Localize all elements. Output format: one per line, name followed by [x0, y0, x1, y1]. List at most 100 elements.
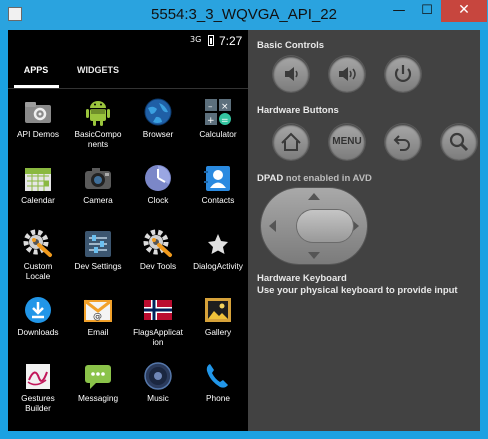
power-button[interactable]	[385, 56, 421, 92]
volume-down-icon	[285, 67, 298, 81]
app-label: API Demos	[17, 129, 59, 139]
app-label: Contacts	[201, 195, 235, 205]
app-messaging[interactable]: Messaging	[68, 356, 128, 422]
title-bar[interactable]: 5554:3_3_WQVGA_API_22 — ☐ ✕	[0, 0, 488, 30]
sliders-icon	[82, 228, 114, 260]
calculator-icon: – × + =	[202, 96, 234, 128]
search-button[interactable]	[441, 124, 477, 160]
app-label: Calculator	[199, 129, 237, 139]
app-dialogactivity[interactable]: DialogActivity	[188, 224, 248, 290]
norway-flag-icon	[142, 294, 174, 326]
power-icon	[394, 65, 412, 82]
app-dev-tools[interactable]: Dev Tools	[128, 224, 188, 290]
svg-text:–: –	[208, 102, 213, 112]
emulator-client: 3G 7:27 APPS WIDGETS API Demos BasicCompo…	[8, 30, 480, 431]
app-label: Downloads	[17, 327, 59, 337]
keyboard-heading: Hardware Keyboard	[257, 273, 347, 284]
signal-icon: 3G	[190, 35, 202, 44]
svg-text:=: =	[221, 116, 229, 126]
home-icon	[281, 132, 301, 151]
volume-up-button[interactable]	[329, 56, 365, 92]
search-icon	[449, 132, 469, 152]
app-downloads[interactable]: Downloads	[8, 290, 68, 356]
tab-apps[interactable]: APPS	[14, 52, 58, 88]
app-flagsapplication[interactable]: FlagsApplicat ion	[128, 290, 188, 356]
dpad-up-icon[interactable]	[308, 193, 320, 200]
app-label: Email	[87, 327, 109, 337]
app-api-demos[interactable]: API Demos	[8, 92, 68, 158]
volume-up-icon	[339, 67, 356, 81]
app-label: Calendar	[21, 195, 55, 205]
contacts-icon	[202, 162, 234, 194]
app-phone[interactable]: Phone	[188, 356, 248, 422]
app-label: DialogActivity	[193, 261, 243, 271]
app-label: Custom Locale	[23, 261, 53, 281]
status-bar: 3G 7:27	[8, 30, 248, 52]
message-icon	[82, 360, 114, 392]
app-label: Dev Tools	[139, 261, 177, 271]
drawer-tabs: APPS WIDGETS	[8, 52, 248, 88]
menu-button-label: MENU	[332, 136, 362, 147]
menu-button[interactable]: MENU	[329, 124, 365, 160]
app-label: Messaging	[77, 393, 119, 403]
app-browser[interactable]: Browser	[128, 92, 188, 158]
volume-down-button[interactable]	[273, 56, 309, 92]
app-label: Gestures Builder	[21, 393, 55, 413]
app-gallery[interactable]: Gallery	[188, 290, 248, 356]
app-label: Phone	[206, 393, 230, 403]
app-basiccomponents[interactable]: BasicCompo nents	[68, 92, 128, 158]
download-icon	[22, 294, 54, 326]
hardware-buttons-heading: Hardware Buttons	[257, 105, 339, 116]
battery-icon	[208, 35, 214, 46]
app-camera[interactable]: Camera	[68, 158, 128, 224]
keyboard-note: Use your physical keyboard to provide in…	[257, 285, 458, 296]
svg-text:@: @	[93, 312, 102, 322]
app-label: Music	[147, 393, 169, 403]
folder-gear-icon	[22, 96, 54, 128]
app-label: Browser	[142, 129, 174, 139]
app-label: FlagsApplicat ion	[133, 327, 183, 347]
dpad-center-button[interactable]	[297, 210, 353, 242]
dpad-label: DPAD	[257, 173, 284, 184]
star-icon	[202, 228, 234, 260]
app-calendar[interactable]: Calendar	[8, 158, 68, 224]
app-calculator[interactable]: – × + = Calculator	[188, 92, 248, 158]
close-button[interactable]: ✕	[441, 0, 487, 22]
globe-icon	[142, 96, 174, 128]
app-clock[interactable]: Clock	[128, 158, 188, 224]
dpad-left-icon[interactable]	[269, 220, 276, 232]
android-icon	[82, 96, 114, 128]
app-gesturesbuilder[interactable]: Gestures Builder	[8, 356, 68, 422]
app-label: BasicCompo nents	[74, 129, 122, 149]
app-contacts[interactable]: Contacts	[188, 158, 248, 224]
app-dev-settings[interactable]: Dev Settings	[68, 224, 128, 290]
app-label: Camera	[83, 195, 113, 205]
minimize-button[interactable]: —	[385, 0, 413, 22]
app-label: Dev Settings	[74, 261, 122, 271]
app-music[interactable]: Music	[128, 356, 188, 422]
home-button[interactable]	[273, 124, 309, 160]
dpad[interactable]	[261, 188, 367, 264]
dpad-heading: DPAD not enabled in AVD	[257, 173, 372, 184]
gear-icon	[142, 228, 174, 260]
back-arrow-icon	[393, 135, 410, 151]
maximize-button[interactable]: ☐	[413, 0, 441, 22]
gear-icon	[22, 228, 54, 260]
gesture-icon	[22, 360, 54, 392]
app-customlocale[interactable]: Custom Locale	[8, 224, 68, 290]
dpad-right-icon[interactable]	[352, 220, 359, 232]
app-email[interactable]: @ Email	[68, 290, 128, 356]
camera-icon	[82, 162, 114, 194]
dpad-note: not enabled in AVD	[285, 173, 372, 184]
speaker-icon	[142, 360, 174, 392]
tabs-divider	[8, 88, 248, 89]
app-label: Gallery	[204, 327, 232, 337]
calendar-icon	[22, 162, 54, 194]
emulator-window: 5554:3_3_WQVGA_API_22 — ☐ ✕ 3G 7:27 APPS…	[0, 0, 488, 439]
back-button[interactable]	[385, 124, 421, 160]
dpad-down-icon[interactable]	[308, 252, 320, 259]
device-screen[interactable]: 3G 7:27 APPS WIDGETS API Demos BasicCompo…	[8, 30, 248, 431]
tab-widgets[interactable]: WIDGETS	[72, 52, 124, 88]
picture-icon	[202, 294, 234, 326]
basic-controls-heading: Basic Controls	[257, 40, 325, 51]
